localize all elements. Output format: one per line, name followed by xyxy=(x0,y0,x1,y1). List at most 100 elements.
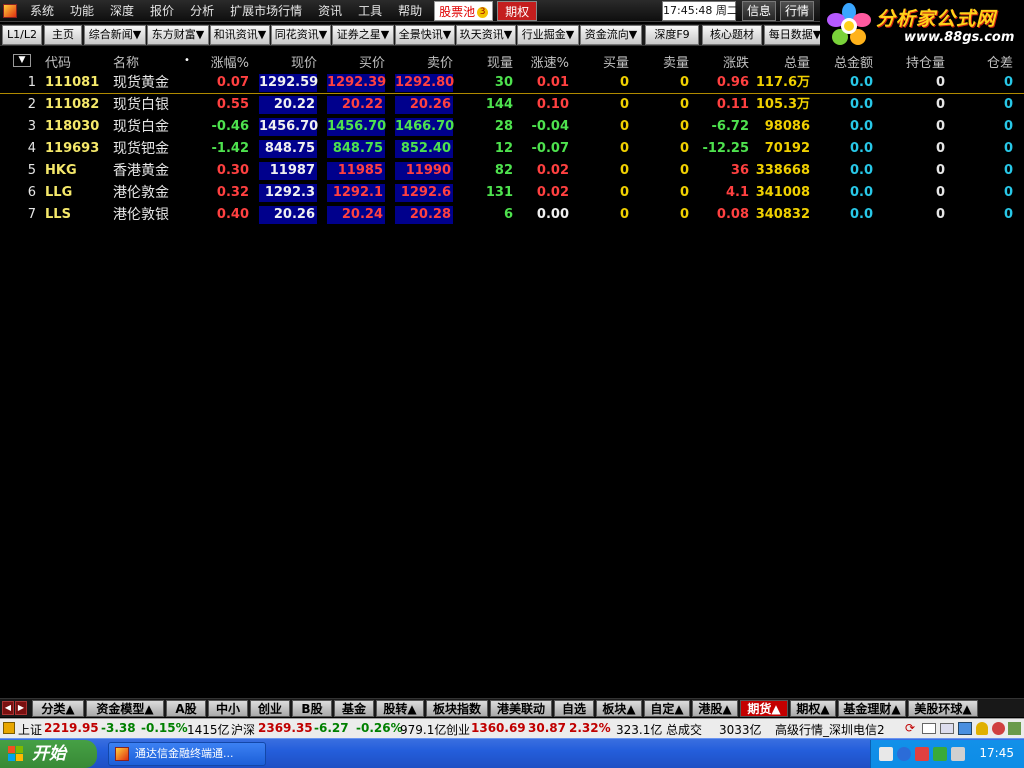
market-tab[interactable]: 分类▲ xyxy=(32,700,84,717)
col-total-amount[interactable]: 总金额 xyxy=(822,52,873,71)
market-tab[interactable]: 创业 xyxy=(250,700,290,717)
network-icon[interactable] xyxy=(958,722,972,735)
table-row[interactable]: 7 LLS 港伦敦银 0.40 20.26 20.24 20.28 6 0.00 0 0 0.08 34… xyxy=(0,204,1024,226)
market-tab[interactable]: 基金 xyxy=(334,700,374,717)
options-tab[interactable]: 期权 xyxy=(497,0,538,21)
market-tab[interactable]: 资金模型▲ xyxy=(86,700,164,717)
col-price[interactable]: 现价 xyxy=(259,52,317,71)
server-status[interactable]: 高级行情_深圳电信2 xyxy=(775,721,885,738)
market-tab[interactable]: 板块指数 xyxy=(426,700,488,717)
news-dropdown-button[interactable]: 综合新闻▼ xyxy=(84,25,146,45)
scroll-left-icon[interactable]: ◀ xyxy=(2,701,14,715)
keyboard-icon[interactable] xyxy=(879,747,893,761)
table-row[interactable]: 5 HKG 香港黄金 0.30 11987 11985 11990 82 0.02 0 0 36 338… xyxy=(0,160,1024,182)
market-tab[interactable]: 美股环球▲ xyxy=(908,700,978,717)
market-tab[interactable]: 板块▲ xyxy=(596,700,642,717)
help-icon[interactable] xyxy=(897,747,911,761)
jiutian-dropdown-button[interactable]: 玖天资讯▼ xyxy=(456,25,516,45)
hs-index-pct: -0.26% xyxy=(356,721,403,735)
row-bid: 1456.70 xyxy=(327,118,387,136)
alert-tray-icon[interactable] xyxy=(915,747,929,761)
col-bid-volume[interactable]: 买量 xyxy=(590,52,629,71)
menu-system[interactable]: 系统 xyxy=(22,0,62,22)
market-tab[interactable]: 港股▲ xyxy=(692,700,738,717)
market-tab[interactable]: 期权▲ xyxy=(790,700,836,717)
refresh-icon[interactable]: ⟳ xyxy=(905,722,919,735)
col-ask-volume[interactable]: 卖量 xyxy=(650,52,689,71)
market-tab[interactable]: 港美联动 xyxy=(490,700,552,717)
col-speed[interactable]: 涨速% xyxy=(519,52,569,71)
menu-help[interactable]: 帮助 xyxy=(390,0,430,22)
stockstar-dropdown-button[interactable]: 证券之星▼ xyxy=(332,25,394,45)
eastmoney-dropdown-button[interactable]: 东方财富▼ xyxy=(147,25,209,45)
hexun-dropdown-button[interactable]: 和讯资讯▼ xyxy=(210,25,270,45)
col-total-volume[interactable]: 总量 xyxy=(754,52,810,71)
row-code: HKG xyxy=(45,163,77,178)
col-code[interactable]: 代码 xyxy=(45,52,71,71)
table-row[interactable]: 3 118030 现货白金 -0.46 1456.70 1456.70 1466.70 28 -… xyxy=(0,116,1024,138)
row-bid-volume: 0 xyxy=(619,141,629,156)
col-open-interest[interactable]: 持仓量 xyxy=(880,52,945,71)
menu-depth[interactable]: 深度 xyxy=(102,0,142,22)
row-ask: 852.40 xyxy=(395,140,453,158)
market-tab[interactable]: 中小 xyxy=(208,700,248,717)
row-ask: 1466.70 xyxy=(395,118,455,136)
core-topics-button[interactable]: 核心题材 xyxy=(702,25,762,45)
market-tab[interactable]: A股 xyxy=(166,700,206,717)
market-tab[interactable]: 期货▲ xyxy=(740,700,788,717)
message-icon[interactable] xyxy=(922,723,936,734)
sh-index-value[interactable]: 2219.95 xyxy=(44,721,99,735)
taskbar-app-button[interactable]: 通达信金融终端通... xyxy=(108,742,266,766)
volume-icon[interactable] xyxy=(951,747,965,761)
exit-icon[interactable] xyxy=(1008,722,1021,735)
alert-icon[interactable] xyxy=(976,722,988,735)
table-row[interactable]: 2 111082 现货白银 0.55 20.22 20.22 20.26 144 0.10 0 0 0… xyxy=(0,94,1024,116)
info-button[interactable]: 信息 xyxy=(742,1,776,21)
col-volume[interactable]: 现量 xyxy=(460,52,513,71)
market-tab[interactable]: 自选 xyxy=(554,700,594,717)
site-logo: 分析家公式网 www.88gs.com xyxy=(820,0,1024,52)
row-open-interest: 0 xyxy=(935,97,945,112)
market-tab[interactable]: 股转▲ xyxy=(376,700,424,717)
tonghua-dropdown-button[interactable]: 同花资讯▼ xyxy=(271,25,331,45)
daily-data-dropdown-button[interactable]: 每日数据▼ xyxy=(764,25,826,45)
col-change-pct[interactable]: 涨幅% xyxy=(195,52,249,71)
col-updown[interactable]: 涨跌 xyxy=(700,52,749,71)
home-button[interactable]: 主页 xyxy=(44,25,82,45)
row-code: 111081 xyxy=(45,75,100,90)
col-name[interactable]: 名称 xyxy=(113,52,139,71)
menu-quote[interactable]: 报价 xyxy=(142,0,182,22)
industry-dropdown-button[interactable]: 行业掘金▼ xyxy=(517,25,579,45)
market-tab[interactable]: 自定▲ xyxy=(644,700,690,717)
table-row[interactable]: 1 111081 现货黄金 0.07 1292.59 1292.39 1292.80 30 0.… xyxy=(0,72,1024,94)
cy-index-value[interactable]: 1360.69 xyxy=(471,721,526,735)
market-tab[interactable]: 基金理财▲ xyxy=(838,700,906,717)
network-tray-icon[interactable] xyxy=(933,747,947,761)
menu-analysis[interactable]: 分析 xyxy=(182,0,222,22)
col-ask[interactable]: 卖价 xyxy=(395,52,453,71)
sort-dropdown-icon[interactable]: ▼ xyxy=(13,54,31,67)
row-name: 港伦敦银 xyxy=(113,207,169,223)
market-tab[interactable]: B股 xyxy=(292,700,332,717)
table-row[interactable]: 4 119693 现货钯金 -1.42 848.75 848.75 852.40 12 -0.0… xyxy=(0,138,1024,160)
level-toggle-button[interactable]: L1/L2 xyxy=(2,25,42,45)
menu-extended-market[interactable]: 扩展市场行情 xyxy=(222,0,310,22)
mail-icon[interactable] xyxy=(940,723,954,734)
menu-news[interactable]: 资讯 xyxy=(310,0,350,22)
scroll-right-icon[interactable]: ▶ xyxy=(15,701,27,715)
stock-pool-tab[interactable]: 股票池 3 xyxy=(434,0,494,21)
depth-f9-button[interactable]: 深度F9 xyxy=(645,25,699,45)
flower-logo-icon xyxy=(827,3,871,45)
col-bid[interactable]: 买价 xyxy=(327,52,385,71)
settings-icon[interactable] xyxy=(992,722,1005,735)
quickview-dropdown-button[interactable]: 全景快讯▼ xyxy=(395,25,455,45)
menu-function[interactable]: 功能 xyxy=(62,0,102,22)
start-button[interactable]: 开始 xyxy=(0,740,97,768)
quote-button[interactable]: 行情 xyxy=(780,1,814,21)
row-updown: 36 xyxy=(730,163,749,178)
capital-flow-dropdown-button[interactable]: 资金流向▼ xyxy=(580,25,642,45)
col-oi-diff[interactable]: 仓差 xyxy=(960,52,1013,71)
menu-tools[interactable]: 工具 xyxy=(350,0,390,22)
hs-index-value[interactable]: 2369.35 xyxy=(258,721,313,735)
table-row[interactable]: 6 LLG 港伦敦金 0.32 1292.3 1292.1 1292.6 131 0.02 0 0 4… xyxy=(0,182,1024,204)
